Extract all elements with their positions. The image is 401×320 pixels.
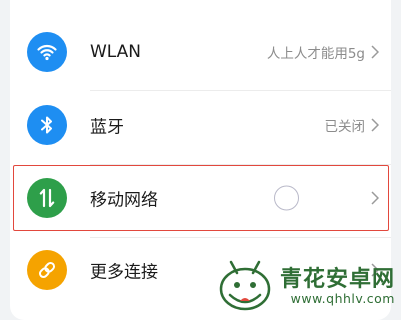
watermark-logo-icon (219, 260, 271, 311)
bluetooth-icon (27, 105, 67, 145)
more-connections-label: 更多连接 (90, 262, 158, 283)
bluetooth-label: 蓝牙 (90, 117, 124, 138)
highlight-box (13, 165, 389, 231)
settings-row-wlan[interactable]: WLAN 人上人才能用5g (10, 16, 391, 88)
wlan-label: WLAN (90, 42, 142, 62)
link-icon (27, 250, 67, 290)
watermark-text: 青花安卓网 www.qhhlv.com (280, 268, 395, 306)
watermark-url: www.qhhlv.com (290, 291, 395, 306)
wifi-icon (27, 32, 67, 72)
watermark-name: 青花安卓网 (279, 267, 395, 292)
chevron-right-icon (371, 118, 379, 132)
watermark: 青花安卓网 www.qhhlv.com (216, 258, 395, 316)
settings-row-bluetooth[interactable]: 蓝牙 已关闭 (10, 89, 391, 161)
chevron-right-icon (371, 45, 379, 59)
wlan-value: 人上人才能用5g (266, 46, 365, 62)
bluetooth-value: 已关闭 (324, 119, 366, 135)
